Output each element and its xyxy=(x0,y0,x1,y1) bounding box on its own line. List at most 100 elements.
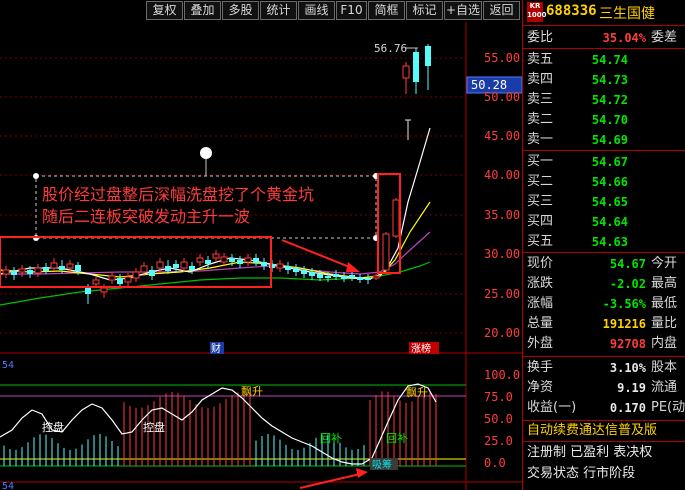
fund-value: 0.170 xyxy=(609,401,646,415)
candle-body xyxy=(50,262,58,269)
buy-level-row[interactable]: 买五 54.63 xyxy=(523,232,685,252)
candle-body xyxy=(220,256,228,263)
annotation-handle[interactable] xyxy=(33,173,39,179)
sell-level-row[interactable]: 卖二 54.70 xyxy=(523,110,685,130)
market-badge: KR 1000 xyxy=(527,2,547,22)
y-tick-label: 50.00 xyxy=(484,90,520,104)
buy-level-price: 54.66 xyxy=(591,175,628,189)
annotation-text-line1: 股价经过盘整后深幅洗盘挖了个黄金坑 xyxy=(42,185,314,204)
buy-level-row[interactable]: 买二 54.66 xyxy=(523,172,685,192)
signal-shachou: 吸筹 xyxy=(372,458,392,471)
signal-piaosheng: 飘升 xyxy=(406,386,428,399)
candle-body xyxy=(75,265,81,271)
candle-body xyxy=(140,265,148,273)
stat-label: 外盘 xyxy=(527,336,554,351)
fuquan-button[interactable]: 复权 xyxy=(146,1,183,20)
sell-level-label: 卖一 xyxy=(527,132,554,147)
stat-label: 现价 xyxy=(527,256,554,271)
candle-body xyxy=(43,267,49,271)
trade-status: 交易状态 行市阶段 xyxy=(527,466,636,481)
draw-line-button[interactable]: 画线 xyxy=(298,1,335,20)
stat-value: 54.67 xyxy=(609,257,646,271)
stat-value: -3.56% xyxy=(602,297,646,311)
indicator-tick: 50.0 xyxy=(484,412,513,426)
promo-banner[interactable]: 自动续费通达信普及版 xyxy=(523,421,685,441)
candle-body xyxy=(349,275,355,278)
annotation-arrow xyxy=(299,473,361,489)
stock-header: KR 1000 688336 三生国健 xyxy=(523,0,685,26)
fund-value: 9.19 xyxy=(617,381,646,395)
candle-body xyxy=(165,266,171,271)
fund-label: 换手 xyxy=(527,360,554,375)
overlay-button[interactable]: 叠加 xyxy=(184,1,221,20)
sell-level-label: 卖五 xyxy=(527,52,554,67)
indicator-tick: 75.0 xyxy=(484,390,513,404)
buy-level-label: 买三 xyxy=(527,194,554,209)
weibi-value: 35.04% xyxy=(602,31,646,45)
candle-body xyxy=(382,233,390,271)
weibi-row: 委比 35.04% 委差 xyxy=(523,28,685,48)
buy-level-row[interactable]: 买三 54.65 xyxy=(523,192,685,212)
buy-level-price: 54.64 xyxy=(591,215,628,229)
candle-body xyxy=(124,276,132,283)
sell-level-price: 54.69 xyxy=(591,133,628,147)
candle-body xyxy=(392,199,400,237)
annotation-arrowhead xyxy=(356,468,368,478)
candle-body xyxy=(425,46,431,66)
market-badge-bottom: 1000 xyxy=(527,11,547,19)
candle-body xyxy=(173,264,179,268)
y-tick-label: 55.00 xyxy=(484,51,520,65)
candle-body xyxy=(11,271,17,275)
quote-stat-row: 总量 191216 量比 xyxy=(523,314,685,334)
mark-button[interactable]: 标记 xyxy=(406,1,443,20)
indicator-bars xyxy=(3,391,437,466)
buy-level-price: 54.67 xyxy=(591,155,628,169)
sell-level-price: 54.74 xyxy=(591,53,628,67)
sell-level-row[interactable]: 卖一 54.69 xyxy=(523,130,685,150)
sell-level-row[interactable]: 卖三 54.72 xyxy=(523,90,685,110)
event-cai-text: 财 xyxy=(211,342,221,355)
simple-frame-button[interactable]: 简框 xyxy=(368,1,405,20)
candle-body xyxy=(333,274,339,277)
back-button[interactable]: 返回 xyxy=(483,1,520,20)
stat-label-2: 今开 xyxy=(651,256,678,271)
sell-level-price: 54.70 xyxy=(591,113,628,127)
divider xyxy=(523,356,685,357)
divider xyxy=(523,48,685,49)
buy-level-row[interactable]: 买四 54.64 xyxy=(523,212,685,232)
event-zhangbang-text: 涨榜 xyxy=(411,342,431,355)
fund-label-2: 流通 xyxy=(651,380,678,395)
candle-body xyxy=(293,268,299,272)
buy-level-row[interactable]: 买一 54.67 xyxy=(523,152,685,172)
candle-body xyxy=(205,260,211,264)
fundamental-row: 换手 3.10% 股本 xyxy=(523,358,685,378)
candle-body xyxy=(132,271,140,279)
candle-body xyxy=(100,287,108,293)
candle-body xyxy=(365,278,371,280)
sell-level-price: 54.72 xyxy=(591,93,628,107)
add-watchlist-button[interactable]: +自选 xyxy=(444,1,482,20)
candle-body xyxy=(276,263,284,269)
statistics-button[interactable]: 统计 xyxy=(260,1,297,20)
annotation-rotate-handle[interactable] xyxy=(200,147,212,159)
candle-body xyxy=(196,257,204,263)
sell-level-label: 卖二 xyxy=(527,112,554,127)
buy-level-label: 买二 xyxy=(527,174,554,189)
sell-level-row[interactable]: 卖五 54.74 xyxy=(523,50,685,70)
candle-body xyxy=(85,287,91,294)
f10-button[interactable]: F10 xyxy=(336,1,367,20)
quote-stat-row: 涨跌 -2.02 最高 xyxy=(523,274,685,294)
indicator-period: 54 xyxy=(2,360,14,371)
multi-stock-button[interactable]: 多股 xyxy=(222,1,259,20)
quote-stat-row: 外盘 92708 内盘 xyxy=(523,334,685,354)
candle-body xyxy=(229,258,235,262)
kline-chart[interactable]: 55.00 45.00 40.00 35.00 30.00 25.00 20.0… xyxy=(0,22,522,490)
high-price-label: 56.76 xyxy=(374,42,407,55)
y-tick-label: 45.00 xyxy=(484,129,520,143)
sell-level-row[interactable]: 卖四 54.73 xyxy=(523,70,685,90)
candle-body xyxy=(285,266,291,270)
stat-label: 涨跌 xyxy=(527,276,554,291)
buy-level-label: 买四 xyxy=(527,214,554,229)
fundamental-row: 净资 9.19 流通 xyxy=(523,378,685,398)
y-tick-label: 20.00 xyxy=(484,326,520,340)
